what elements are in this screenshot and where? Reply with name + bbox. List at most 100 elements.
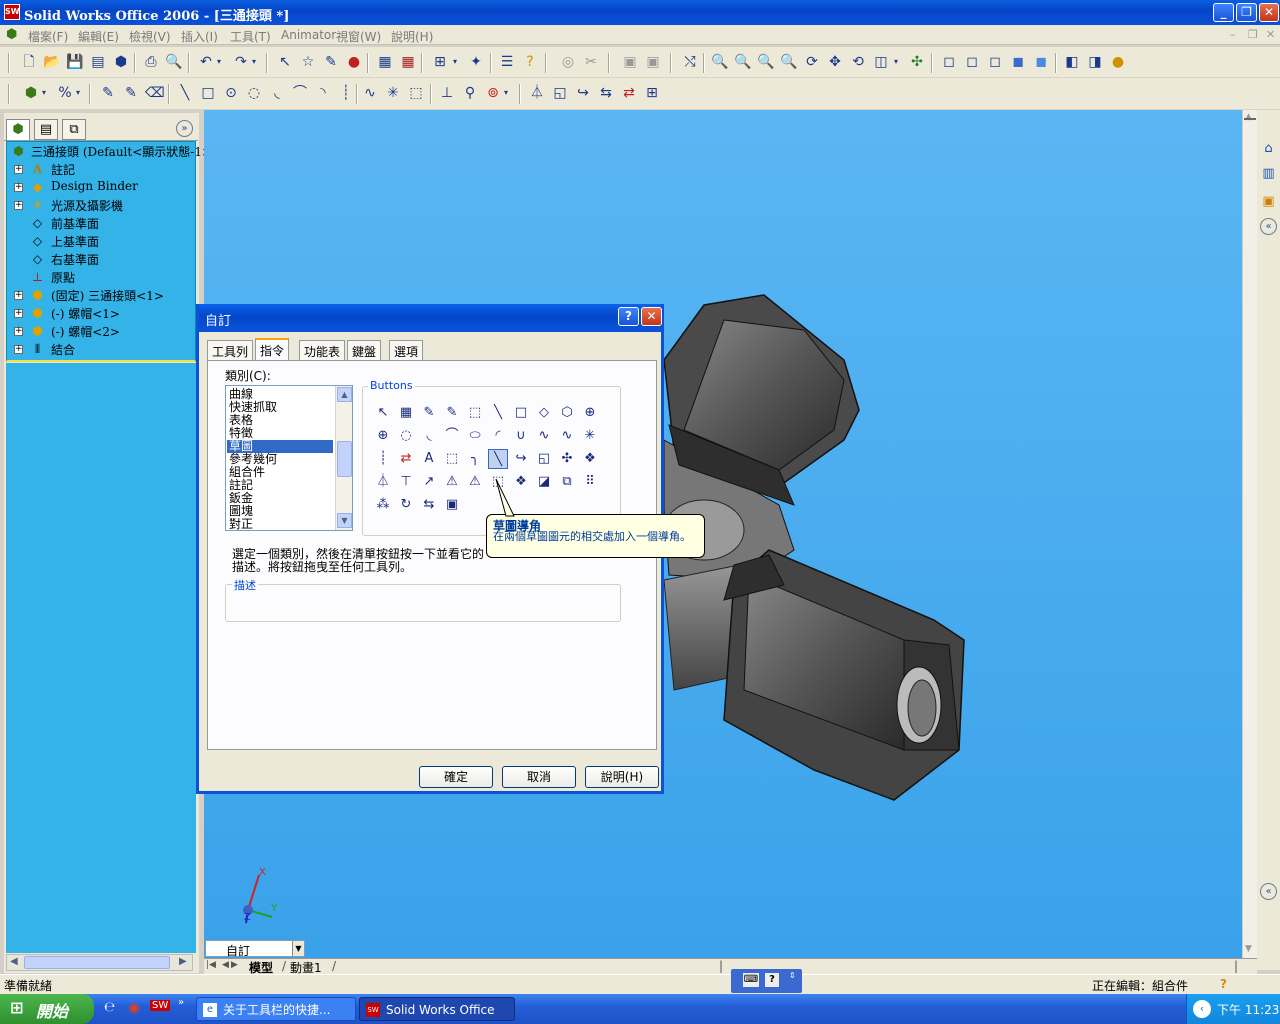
shaded-icon[interactable]: ◼ bbox=[1032, 53, 1050, 71]
menu-file[interactable]: 檔案(F) bbox=[28, 28, 68, 45]
category-item[interactable]: 對正 bbox=[229, 518, 253, 530]
zoom-fit-icon[interactable]: 🔍 bbox=[711, 53, 729, 71]
menu-help[interactable]: 說明(H) bbox=[391, 28, 433, 45]
3d-sketch-icon[interactable]: ✎ bbox=[442, 403, 462, 423]
linear-pattern-icon[interactable]: ⊞ bbox=[643, 84, 661, 102]
polygon-icon[interactable]: ⬡ bbox=[557, 403, 577, 423]
options-icon[interactable]: ⊞ bbox=[431, 53, 449, 71]
ellipse-arc-icon[interactable]: ◝ bbox=[314, 84, 332, 102]
mirror-entities-icon[interactable]: ⏃ bbox=[373, 472, 393, 492]
expand-icon[interactable]: + bbox=[14, 201, 23, 210]
category-scrollbar[interactable]: ▲ ▼ bbox=[335, 386, 352, 530]
stretch-icon[interactable]: ⇄ bbox=[620, 84, 638, 102]
menu-animator[interactable]: Animator bbox=[281, 28, 336, 42]
expand-icon[interactable]: + bbox=[14, 183, 23, 192]
tree-root[interactable]: ⬢ 三通接頭 (Default<顯示狀態-1> bbox=[7, 142, 212, 160]
sketch-picture-icon[interactable]: ⬚ bbox=[465, 403, 485, 423]
menu-view[interactable]: 檢視(V) bbox=[129, 28, 171, 45]
menu-window[interactable]: 視窗(W) bbox=[336, 28, 381, 45]
redo-dropdown-icon[interactable]: ▾ bbox=[250, 53, 258, 71]
open-icon[interactable]: 📂 bbox=[43, 53, 61, 71]
standard-views-icon[interactable]: ◫ bbox=[872, 53, 890, 71]
file-properties-icon[interactable]: ✦ bbox=[467, 53, 485, 71]
scale-entities-icon[interactable]: ⇆ bbox=[419, 495, 439, 515]
three-point-arc-icon[interactable]: ⌒ bbox=[442, 426, 462, 446]
standard-views-dropdown-icon[interactable]: ▾ bbox=[892, 53, 900, 71]
spline-on-surface-icon[interactable]: ∿ bbox=[557, 426, 577, 446]
category-list[interactable]: 曲線 快速抓取 表格 特徵 草圖 參考幾何 組合件 註記 鈑金 圖塊 對正 ▲ … bbox=[225, 385, 353, 531]
offset-icon[interactable]: ◱ bbox=[551, 84, 569, 102]
help-button[interactable]: 說明(H) bbox=[585, 766, 659, 788]
scroll-down-icon[interactable]: ▼ bbox=[337, 513, 352, 528]
tangent-arc-icon[interactable]: ◟ bbox=[268, 84, 286, 102]
file-explorer-icon[interactable]: ▣ bbox=[1260, 193, 1277, 210]
language-bar[interactable]: ⌨ ? ⇕ bbox=[731, 969, 802, 993]
rebuild-icon[interactable]: ● bbox=[345, 53, 363, 71]
feature-manager-tab-icon[interactable]: ⬢ bbox=[6, 119, 30, 140]
add-relation-icon[interactable]: ⊚ bbox=[484, 84, 502, 102]
sketch-icon[interactable]: ✎ bbox=[322, 53, 340, 71]
tab-menus[interactable]: 功能表 bbox=[299, 340, 346, 360]
sketch-tool-icon[interactable]: ✎ bbox=[99, 84, 117, 102]
rectangle-icon[interactable]: □ bbox=[511, 403, 531, 423]
eraser-icon[interactable]: ⌫ bbox=[145, 84, 165, 102]
print-icon[interactable]: ⎙ bbox=[142, 53, 160, 71]
dimension-dropdown-icon[interactable]: ▾ bbox=[74, 84, 82, 102]
face-curves-icon[interactable]: ❖ bbox=[580, 449, 600, 469]
realview-icon[interactable]: ● bbox=[1109, 53, 1127, 71]
sketch-chamfer-icon[interactable]: ╲ bbox=[488, 449, 508, 469]
tab-commands[interactable]: 指令 bbox=[255, 338, 290, 361]
circle-icon[interactable]: ⊕ bbox=[580, 403, 600, 423]
tab-options[interactable]: 選項 bbox=[389, 340, 424, 360]
zoom-selection-icon[interactable]: 🔍 bbox=[780, 53, 798, 71]
copy-entities-icon[interactable]: ⧉ bbox=[557, 472, 577, 492]
move-entities-icon[interactable]: ◪ bbox=[534, 472, 554, 492]
three-point-arc-icon[interactable]: ⌒ bbox=[291, 84, 309, 102]
restore-button[interactable]: ❐ bbox=[1236, 3, 1257, 22]
document-icon[interactable]: ⬢ bbox=[6, 27, 17, 42]
options-dropdown-icon[interactable]: ▾ bbox=[451, 53, 459, 71]
close-button[interactable]: ✕ bbox=[1259, 3, 1279, 22]
point-icon[interactable]: ✳ bbox=[580, 426, 600, 446]
new-icon[interactable]: 🗋 bbox=[20, 53, 38, 71]
help-langbar-icon[interactable]: ? bbox=[765, 973, 779, 987]
start-button[interactable]: ⊞ 開始 bbox=[0, 994, 94, 1024]
design-library-icon[interactable]: ▥ bbox=[1260, 165, 1277, 182]
property-manager-tab-icon[interactable]: ▤ bbox=[34, 119, 58, 140]
expand-task-pane-lower-icon[interactable]: « bbox=[1260, 883, 1277, 900]
scroll-up-icon[interactable]: ▲ bbox=[1245, 112, 1252, 122]
hidden-lines-visible-icon[interactable]: ◻ bbox=[963, 53, 981, 71]
trim-icon[interactable]: ⊥ bbox=[438, 84, 456, 102]
spline-icon[interactable]: ∿ bbox=[534, 426, 554, 446]
home-icon[interactable]: ⌂ bbox=[1260, 140, 1277, 157]
centerpoint-arc-icon[interactable]: ◌ bbox=[396, 426, 416, 446]
centerline-icon[interactable]: ┊ bbox=[373, 449, 393, 469]
scroll-thumb[interactable] bbox=[24, 956, 170, 969]
pan-icon[interactable]: ✥ bbox=[826, 53, 844, 71]
spline-icon[interactable]: ∿ bbox=[361, 84, 379, 102]
line-icon[interactable]: ╲ bbox=[488, 403, 508, 423]
save-icon[interactable]: 💾 bbox=[66, 53, 84, 71]
rotate-entities-icon[interactable]: ↻ bbox=[396, 495, 416, 515]
dimension-icon[interactable]: % bbox=[56, 84, 74, 102]
trim-icon[interactable]: ⊤ bbox=[396, 472, 416, 492]
parallelogram-icon[interactable]: ◇ bbox=[534, 403, 554, 423]
tray-expand-icon[interactable]: ‹ bbox=[1193, 1000, 1211, 1018]
langbar-options-icon[interactable]: ⇕ bbox=[789, 971, 796, 980]
offset-entities-icon[interactable]: ↪ bbox=[511, 449, 531, 469]
print-preview-icon[interactable]: 🔍 bbox=[165, 53, 183, 71]
select-icon[interactable]: ↖ bbox=[276, 53, 294, 71]
shadows-icon[interactable]: ◧ bbox=[1063, 53, 1081, 71]
smart-dimension-icon[interactable]: ✎ bbox=[122, 84, 140, 102]
solidworks-app-icon[interactable]: SW bbox=[4, 4, 20, 20]
redo-icon[interactable]: ↷ bbox=[232, 53, 250, 71]
parabola-icon[interactable]: ∪ bbox=[511, 426, 531, 446]
convert-entities-icon[interactable]: ⚲ bbox=[461, 84, 479, 102]
make-assembly-icon[interactable]: ⬢ bbox=[112, 53, 130, 71]
roll-icon[interactable]: ⟲ bbox=[849, 53, 867, 71]
menu-insert[interactable]: 插入(I) bbox=[181, 28, 218, 45]
category-item[interactable]: 圖塊 bbox=[229, 505, 253, 518]
scroll-right-icon[interactable]: ▶ bbox=[179, 956, 187, 967]
minimize-button[interactable]: _ bbox=[1213, 3, 1234, 22]
tab-keyboard[interactable]: 鍵盤 bbox=[347, 340, 382, 360]
